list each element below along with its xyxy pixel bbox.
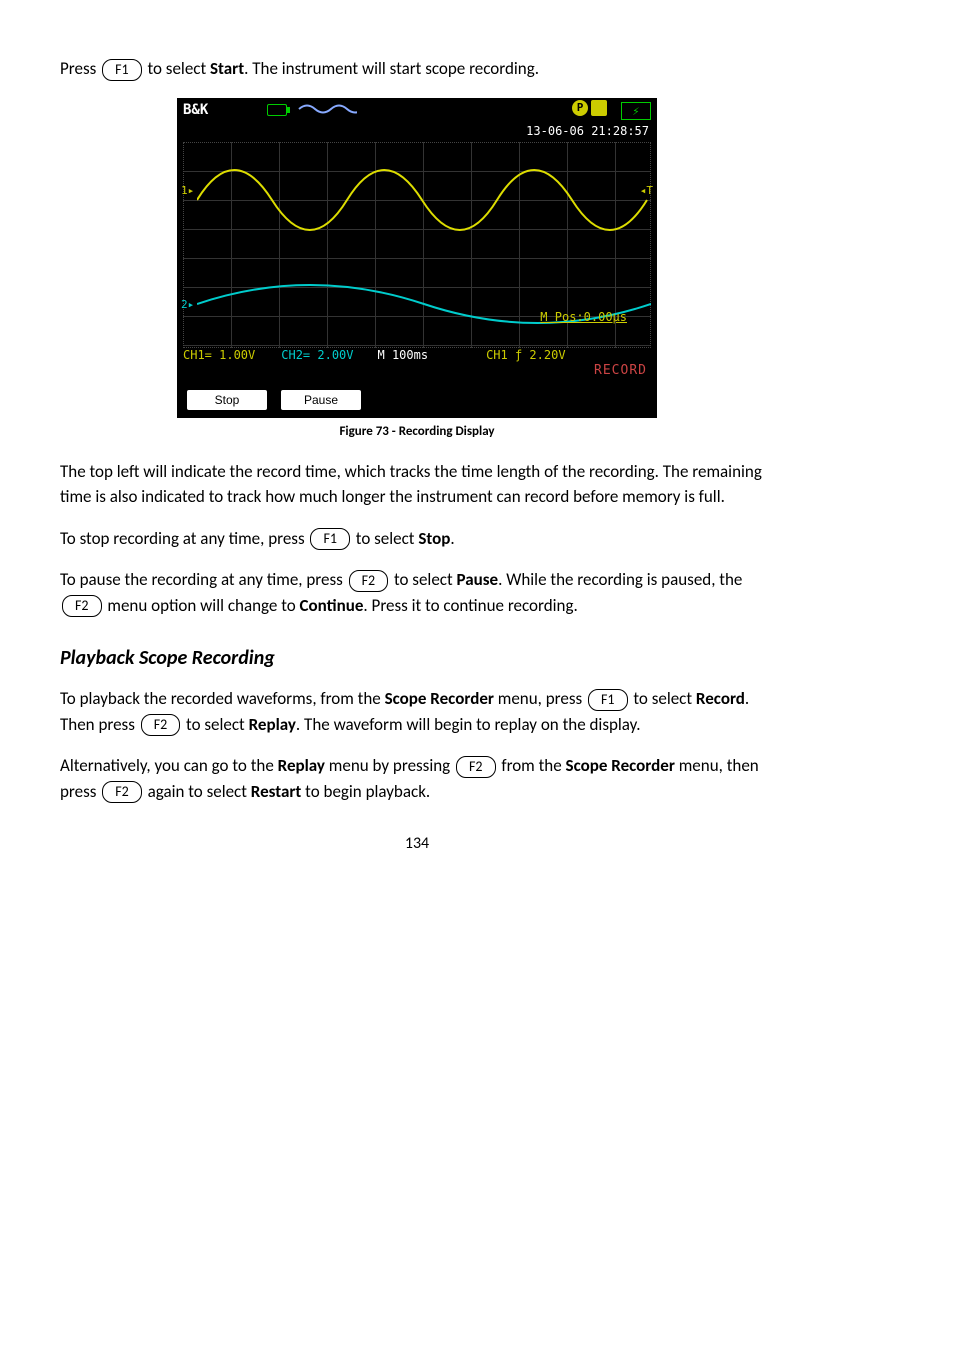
trigger-info: CH1 ƒ 2.20V xyxy=(486,348,565,362)
ch1-scale: CH1= 1.00V xyxy=(183,348,255,362)
intro-suffix2: . The instrument will start scope record… xyxy=(244,58,539,79)
stop-paragraph: To stop recording at any time, press F1 … xyxy=(60,526,774,552)
record-time-paragraph: The top left will indicate the record ti… xyxy=(60,459,774,510)
scope-datetime: 13-06-06 21:28:57 xyxy=(526,124,649,138)
playback-paragraph-2: Alternatively, you can go to the Replay … xyxy=(60,753,774,804)
f1-key-record: F1 xyxy=(588,689,628,711)
status-icons: P xyxy=(572,100,607,116)
f1-key-stop: F1 xyxy=(310,528,350,550)
trigger-bolt-icon: ⚡ xyxy=(621,102,651,120)
p-icon: P xyxy=(572,100,588,116)
intro-bold: Start xyxy=(210,58,244,79)
ch2-marker-left: 2▸ xyxy=(181,298,194,311)
timebase: M 100ms xyxy=(378,348,429,362)
playback-section-heading: Playback Scope Recording xyxy=(60,646,774,670)
battery-icon xyxy=(267,104,287,116)
f2-key-replay-menu: F2 xyxy=(456,756,496,778)
figure-caption: Figure 73 - Recording Display xyxy=(339,424,494,439)
softkey-row: Stop Pause xyxy=(187,390,361,410)
record-status: RECORD xyxy=(594,363,647,378)
usb-waveform-icon xyxy=(297,102,357,116)
intro-suffix1: to select xyxy=(144,58,210,79)
intro-prefix: Press xyxy=(60,58,100,79)
oscilloscope-screenshot: B&K P ⚡ 13-06-06 21:28:57 1▸ 2▸ ◂T M Pos… xyxy=(177,98,657,418)
pause-softkey: Pause xyxy=(281,390,361,410)
f2-key-restart: F2 xyxy=(102,781,142,803)
playback-paragraph-1: To playback the recorded waveforms, from… xyxy=(60,686,774,737)
figure-73: B&K P ⚡ 13-06-06 21:28:57 1▸ 2▸ ◂T M Pos… xyxy=(60,98,774,439)
f2-key-continue: F2 xyxy=(62,595,102,617)
pause-paragraph: To pause the recording at any time, pres… xyxy=(60,567,774,618)
save-icon xyxy=(591,100,607,116)
ch2-scale: CH2= 2.00V xyxy=(281,348,353,362)
ch1-marker-left: 1▸ xyxy=(181,184,194,197)
scope-brand: B&K xyxy=(183,102,208,118)
m-position: M Pos:0.00μs xyxy=(540,310,627,324)
waveform-svg xyxy=(197,140,651,260)
page-number: 134 xyxy=(60,834,774,853)
f2-key-pause: F2 xyxy=(349,570,389,592)
intro-paragraph: Press F1 to select Start. The instrument… xyxy=(60,56,774,82)
scope-info-row: CH1= 1.00V CH2= 2.00V M 100ms CH1 ƒ 2.20… xyxy=(183,348,651,362)
f2-key-replay: F2 xyxy=(141,714,181,736)
stop-softkey: Stop xyxy=(187,390,267,410)
f1-key: F1 xyxy=(102,59,142,81)
